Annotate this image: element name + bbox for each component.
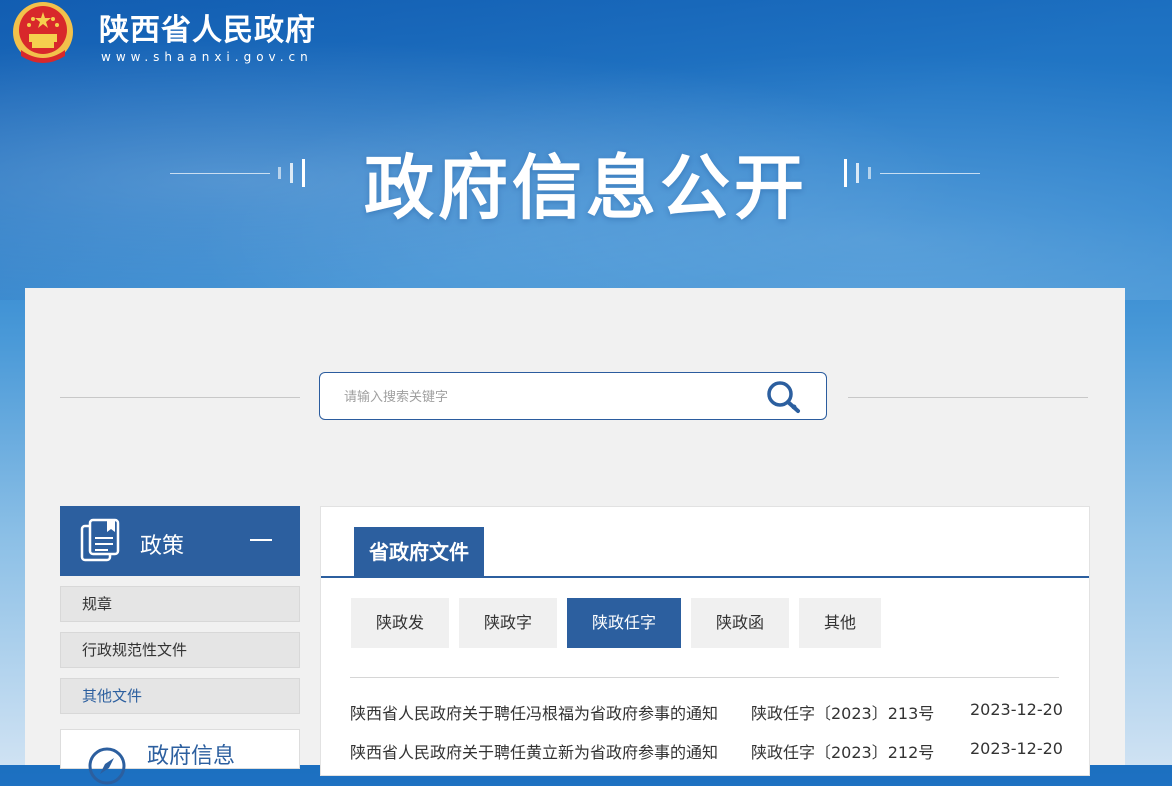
hero-title: 政府信息公开 (364, 147, 808, 229)
collapse-icon[interactable] (250, 539, 272, 541)
compass-icon (88, 747, 126, 785)
site-url: www.shaanxi.gov.cn (101, 50, 313, 64)
search-box (319, 372, 827, 421)
site-title[interactable]: 陕西省人民政府 (99, 5, 316, 49)
search-deco-line-right (848, 397, 1088, 398)
sidebar-header-label: 政策 (140, 534, 185, 559)
document-date: 2023-12-20 (970, 700, 1063, 719)
sidebar-header-policy[interactable]: 政策 (60, 506, 300, 576)
document-icon (80, 518, 120, 562)
search-input[interactable] (342, 373, 746, 421)
document-title[interactable]: 陕西省人民政府关于聘任冯根福为省政府参事的通知 (350, 700, 718, 724)
subtab-other[interactable]: 其他 (799, 598, 881, 648)
panel-tab-underline (321, 576, 1089, 578)
list-divider (350, 677, 1059, 678)
list-item[interactable]: 陕西省人民政府关于聘任冯根福为省政府参事的通知 陕政任字〔2023〕213号 2… (350, 700, 1063, 724)
document-date: 2023-12-20 (970, 739, 1063, 758)
tab-provincial-documents[interactable]: 省政府文件 (354, 527, 484, 577)
sidebar-section-label: 政府信息 (147, 744, 236, 769)
sidebar-item-regulations[interactable]: 规章 (60, 586, 300, 622)
document-number: 陕政任字〔2023〕213号 (751, 704, 935, 723)
sidebar-section-gov-info[interactable]: 政府信息 (60, 729, 300, 785)
list-item[interactable]: 陕西省人民政府关于聘任黄立新为省政府参事的通知 陕政任字〔2023〕212号 2… (350, 739, 1063, 763)
subtab-shaanzhengrenzi[interactable]: 陕政任字 (567, 598, 681, 648)
sidebar-item-other-documents[interactable]: 其他文件 (60, 678, 300, 714)
document-title[interactable]: 陕西省人民政府关于聘任黄立新为省政府参事的通知 (350, 739, 718, 763)
sidebar-item-normative-documents[interactable]: 行政规范性文件 (60, 632, 300, 668)
subtab-shaanzhenghan[interactable]: 陕政函 (691, 598, 789, 648)
search-icon[interactable] (764, 379, 804, 415)
document-number: 陕政任字〔2023〕212号 (751, 743, 935, 762)
subtab-shaanzhengzi[interactable]: 陕政字 (459, 598, 557, 648)
search-deco-line-left (60, 397, 300, 398)
subtab-shaanzhengfa[interactable]: 陕政发 (351, 598, 449, 648)
national-emblem-icon (13, 2, 73, 63)
